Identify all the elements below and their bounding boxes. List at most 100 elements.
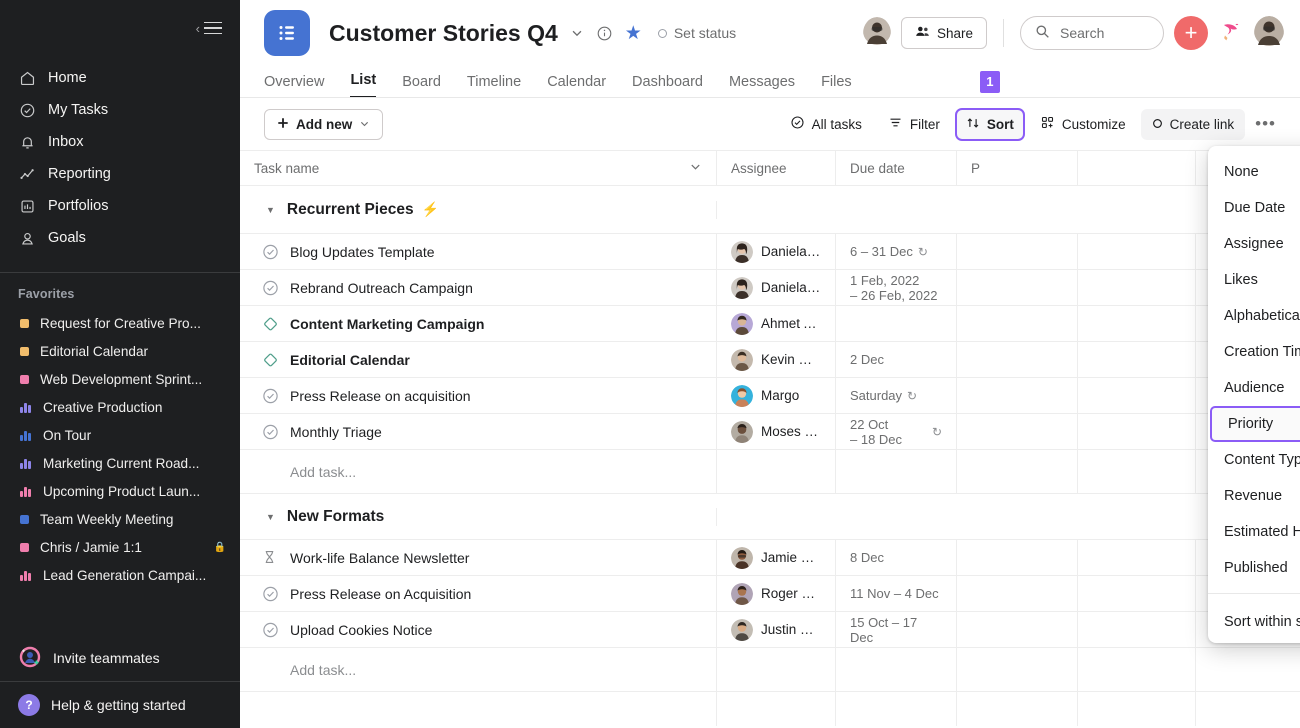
- hourglass-icon[interactable]: [262, 549, 279, 566]
- column-header-task-name[interactable]: Task name: [240, 151, 717, 185]
- table-row[interactable]: Press Release on Acquisition Roger Ray..…: [240, 576, 1300, 612]
- sort-option-published[interactable]: Published: [1208, 550, 1300, 586]
- sidebar-item-portfolios[interactable]: Portfolios: [0, 190, 240, 222]
- task-name-cell[interactable]: Editorial Calendar: [240, 342, 717, 377]
- favorite-item[interactable]: Lead Generation Campai...: [0, 561, 240, 589]
- customize-button[interactable]: Customize: [1029, 109, 1137, 140]
- table-row[interactable]: Blog Updates Template Daniela Var... 6 –…: [240, 234, 1300, 270]
- due-date-cell[interactable]: Saturday ↻: [836, 378, 957, 413]
- sidebar-item-inbox[interactable]: Inbox: [0, 126, 240, 158]
- extra-cell[interactable]: [1078, 342, 1196, 377]
- table-row[interactable]: Rebrand Outreach Campaign Daniela Var...…: [240, 270, 1300, 306]
- add-task-label[interactable]: Add task...: [240, 450, 717, 493]
- search-input[interactable]: Search: [1020, 16, 1164, 50]
- column-header-assignee[interactable]: Assignee: [717, 151, 836, 185]
- favorite-item[interactable]: Creative Production: [0, 393, 240, 421]
- tab-calendar[interactable]: Calendar: [547, 74, 606, 98]
- due-date-cell[interactable]: 8 Dec: [836, 540, 957, 575]
- invite-teammates-button[interactable]: Invite teammates: [0, 635, 240, 681]
- tab-messages[interactable]: Messages: [729, 74, 795, 98]
- tab-dashboard[interactable]: Dashboard: [632, 74, 703, 98]
- extra-cell[interactable]: [1078, 270, 1196, 305]
- favorite-item[interactable]: Editorial Calendar: [0, 337, 240, 365]
- sort-option-estimated-hours[interactable]: Estimated Hours: [1208, 514, 1300, 550]
- extra-cell[interactable]: [1078, 378, 1196, 413]
- sort-within-sections-row[interactable]: Sort within sections: [1208, 601, 1300, 643]
- column-header-due-date[interactable]: Due date: [836, 151, 957, 185]
- priority-cell[interactable]: [957, 540, 1078, 575]
- task-name-cell[interactable]: Content Marketing Campaign: [240, 306, 717, 341]
- tab-files[interactable]: Files: [821, 74, 852, 98]
- collapse-section-icon[interactable]: ▼: [266, 205, 275, 215]
- sort-button[interactable]: Sort: [955, 108, 1025, 141]
- all-tasks-button[interactable]: All tasks: [779, 109, 873, 140]
- section-header-row[interactable]: ▼ Recurrent Pieces ⚡: [240, 186, 1300, 234]
- column-header-priority[interactable]: P: [957, 151, 1078, 185]
- chevron-down-icon[interactable]: [689, 160, 702, 176]
- milestone-diamond-icon[interactable]: [262, 315, 279, 332]
- sort-option-revenue[interactable]: Revenue: [1208, 478, 1300, 514]
- task-name-cell[interactable]: Press Release on Acquisition: [240, 576, 717, 611]
- priority-cell[interactable]: [957, 342, 1078, 377]
- task-name-cell[interactable]: Monthly Triage: [240, 414, 717, 449]
- task-name-cell[interactable]: Work-life Balance Newsletter: [240, 540, 717, 575]
- sort-option-likes[interactable]: Likes: [1208, 262, 1300, 298]
- assignee-cell[interactable]: Ahmet Aslan: [717, 306, 836, 341]
- create-button[interactable]: +: [1174, 16, 1208, 50]
- sort-option-alphabetical[interactable]: Alphabetical: [1208, 298, 1300, 334]
- avatar[interactable]: [1254, 16, 1284, 51]
- sort-option-creation-time[interactable]: Creation Time: [1208, 334, 1300, 370]
- table-row[interactable]: Monthly Triage Moses Fidel 22 Oct – 18 D…: [240, 414, 1300, 450]
- sort-option-content-type[interactable]: Content Type: [1208, 442, 1300, 478]
- favorite-item[interactable]: Marketing Current Road...: [0, 449, 240, 477]
- check-circle-icon[interactable]: [262, 621, 279, 638]
- check-circle-icon[interactable]: [262, 423, 279, 440]
- sort-option-due-date[interactable]: Due Date: [1208, 190, 1300, 226]
- priority-cell[interactable]: [957, 576, 1078, 611]
- more-options-icon[interactable]: •••: [1249, 114, 1282, 134]
- favorite-item[interactable]: Web Development Sprint...: [0, 365, 240, 393]
- assignee-cell[interactable]: Justin Dean: [717, 612, 836, 647]
- chevron-down-icon[interactable]: [570, 26, 584, 40]
- table-row[interactable]: Work-life Balance Newsletter Jamie Stap.…: [240, 540, 1300, 576]
- create-link-button[interactable]: Create link: [1141, 109, 1246, 140]
- star-icon[interactable]: ★: [625, 22, 642, 45]
- favorite-item[interactable]: Request for Creative Pro...: [0, 309, 240, 337]
- priority-cell[interactable]: [957, 378, 1078, 413]
- add-task-row[interactable]: Add task...: [240, 450, 1300, 494]
- task-name-cell[interactable]: Blog Updates Template: [240, 234, 717, 269]
- table-row[interactable]: Content Marketing Campaign Ahmet Aslan: [240, 306, 1300, 342]
- sidebar-item-goals[interactable]: Goals: [0, 222, 240, 254]
- info-circle-icon[interactable]: [596, 25, 613, 42]
- filter-button[interactable]: Filter: [877, 109, 951, 140]
- collapse-sidebar-icon[interactable]: ‹: [196, 22, 222, 35]
- assignee-cell[interactable]: Kevin New...: [717, 342, 836, 377]
- add-task-row[interactable]: Add task...: [240, 648, 1300, 692]
- due-date-cell[interactable]: 1 Feb, 2022 – 26 Feb, 2022: [836, 270, 957, 305]
- assignee-cell[interactable]: Daniela Var...: [717, 270, 836, 305]
- tab-board[interactable]: Board: [402, 74, 441, 98]
- tab-overview[interactable]: Overview: [264, 74, 324, 98]
- assignee-cell[interactable]: Daniela Var...: [717, 234, 836, 269]
- assignee-cell[interactable]: Roger Ray...: [717, 576, 836, 611]
- due-date-cell[interactable]: [836, 306, 957, 341]
- section-header-row[interactable]: ▼ New Formats: [240, 494, 1300, 540]
- extra-cell[interactable]: [1078, 576, 1196, 611]
- due-date-cell[interactable]: 2 Dec: [836, 342, 957, 377]
- table-row[interactable]: Upload Cookies Notice Justin Dean 15 Oct…: [240, 612, 1300, 648]
- sidebar-item-home[interactable]: Home: [0, 62, 240, 94]
- check-circle-icon[interactable]: [262, 243, 279, 260]
- sort-option-assignee[interactable]: Assignee: [1208, 226, 1300, 262]
- extra-cell[interactable]: [1078, 540, 1196, 575]
- sidebar-item-my-tasks[interactable]: My Tasks: [0, 94, 240, 126]
- set-status-button[interactable]: Set status: [658, 25, 736, 41]
- priority-cell[interactable]: [957, 414, 1078, 449]
- priority-cell[interactable]: [957, 306, 1078, 341]
- extra-cell[interactable]: [1078, 234, 1196, 269]
- table-row[interactable]: Press Release on acquisition Margo Satur…: [240, 378, 1300, 414]
- assignee-cell[interactable]: Margo: [717, 378, 836, 413]
- extra-cell[interactable]: [1078, 612, 1196, 647]
- favorite-item[interactable]: Upcoming Product Laun...: [0, 477, 240, 505]
- avatar[interactable]: [863, 17, 891, 50]
- task-name-cell[interactable]: Rebrand Outreach Campaign: [240, 270, 717, 305]
